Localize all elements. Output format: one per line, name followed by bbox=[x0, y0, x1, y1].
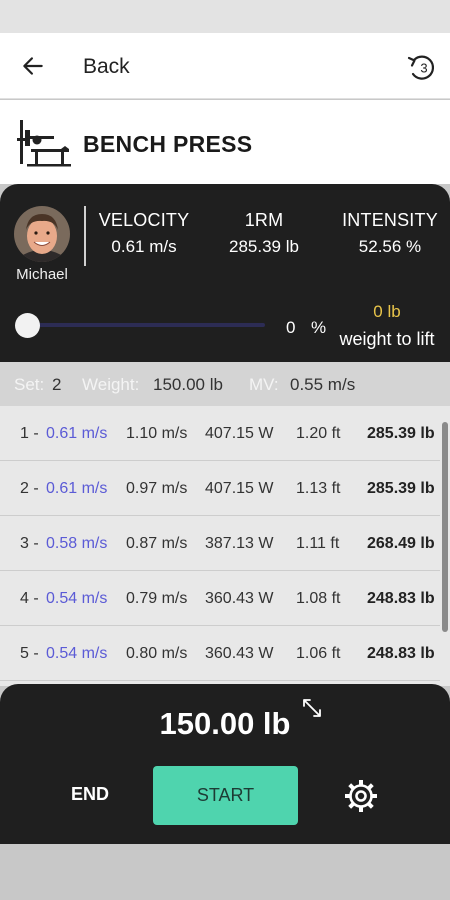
slider-percent-unit: % bbox=[311, 318, 327, 337]
rep-1rm: 268.49 lb bbox=[367, 535, 435, 552]
replay-count: 3 bbox=[420, 61, 427, 76]
rep-mean-velocity: 0.54 m/s bbox=[46, 590, 108, 607]
metric-label: INTENSITY bbox=[342, 210, 438, 230]
navigation-area bbox=[0, 844, 450, 900]
rep-peak-velocity: 1.10 m/s bbox=[126, 425, 188, 442]
set-value: 2 bbox=[52, 375, 62, 394]
metric-velocity: VELOCITY 0.61 m/s bbox=[92, 210, 196, 257]
rep-distance: 1.06 ft bbox=[296, 645, 341, 662]
rep-power: 387.13 W bbox=[205, 535, 274, 552]
weight-value: 150.00 lb bbox=[153, 375, 223, 394]
slider-percent-value: 0 bbox=[286, 318, 296, 337]
rep-number: 4 - bbox=[20, 590, 39, 607]
rep-mean-velocity: 0.61 m/s bbox=[46, 425, 108, 442]
replay-3-icon[interactable]: 3 bbox=[405, 50, 439, 84]
avatar[interactable] bbox=[14, 206, 70, 262]
bottom-control-panel: 150.00 lb END START bbox=[0, 684, 450, 844]
rep-1rm: 285.39 lb bbox=[367, 480, 435, 497]
status-bar bbox=[0, 0, 450, 33]
weight-label: Weight: bbox=[82, 375, 140, 394]
intensity-slider-track[interactable] bbox=[27, 323, 265, 327]
exercise-header: BENCH PRESS bbox=[0, 100, 450, 184]
rep-peak-velocity: 0.97 m/s bbox=[126, 480, 188, 497]
rep-peak-velocity: 0.87 m/s bbox=[126, 535, 188, 552]
app-bar: Back 3 bbox=[0, 33, 450, 99]
stats-panel: Michael VELOCITY 0.61 m/s 1RM 285.39 lb … bbox=[0, 184, 450, 362]
rep-peak-velocity: 0.80 m/s bbox=[126, 645, 188, 662]
rep-distance: 1.20 ft bbox=[296, 425, 341, 442]
rep-row: 1 - 0.61 m/s 1.10 m/s 407.15 W 1.20 ft 2… bbox=[0, 406, 440, 461]
rep-power: 360.43 W bbox=[205, 590, 274, 607]
rep-number: 1 - bbox=[20, 425, 39, 442]
set-label: Set: bbox=[14, 375, 45, 394]
metric-value: 285.39 lb bbox=[229, 237, 299, 256]
rep-number: 2 - bbox=[20, 480, 39, 497]
exercise-title: BENCH PRESS bbox=[83, 131, 253, 157]
weight-to-lift-label: weight to lift bbox=[339, 329, 435, 349]
metric-label: VELOCITY bbox=[98, 210, 190, 230]
metric-1rm: 1RM 285.39 lb bbox=[212, 210, 316, 257]
mv-value: 0.55 m/s bbox=[290, 375, 356, 394]
start-button[interactable]: START bbox=[153, 766, 298, 825]
rep-row: 5 - 0.54 m/s 0.80 m/s 360.43 W 1.06 ft 2… bbox=[0, 626, 440, 681]
gear-icon[interactable] bbox=[343, 778, 379, 814]
metric-label: 1RM bbox=[244, 210, 284, 230]
rep-power: 407.15 W bbox=[205, 425, 274, 442]
rep-distance: 1.11 ft bbox=[296, 535, 340, 552]
metric-value: 52.56 % bbox=[358, 237, 422, 256]
rep-mean-velocity: 0.58 m/s bbox=[46, 535, 108, 552]
rep-distance: 1.13 ft bbox=[296, 480, 341, 497]
rep-1rm: 248.83 lb bbox=[367, 590, 435, 607]
rep-row: 4 - 0.54 m/s 0.79 m/s 360.43 W 1.08 ft 2… bbox=[0, 571, 440, 626]
reps-list[interactable]: 1 - 0.61 m/s 1.10 m/s 407.15 W 1.20 ft 2… bbox=[0, 406, 450, 686]
rep-distance: 1.08 ft bbox=[296, 590, 341, 607]
rep-row: 3 - 0.58 m/s 0.87 m/s 387.13 W 1.11 ft 2… bbox=[0, 516, 440, 571]
set-summary-bar: Set: 2 Weight: 150.00 lb MV: 0.55 m/s bbox=[0, 362, 450, 406]
mv-label: MV: bbox=[249, 375, 279, 394]
rep-1rm: 285.39 lb bbox=[367, 425, 435, 442]
metric-intensity: INTENSITY 52.56 % bbox=[334, 210, 446, 257]
reps-scrollbar[interactable] bbox=[442, 422, 448, 632]
rep-row: 2 - 0.61 m/s 0.97 m/s 407.15 W 1.13 ft 2… bbox=[0, 461, 440, 516]
rep-number: 5 - bbox=[20, 645, 39, 662]
bench-press-icon bbox=[17, 120, 71, 167]
avatar-image bbox=[14, 206, 70, 262]
current-weight[interactable]: 150.00 lb bbox=[0, 706, 450, 742]
rep-power: 407.15 W bbox=[205, 480, 274, 497]
rep-mean-velocity: 0.54 m/s bbox=[46, 645, 108, 662]
weight-to-lift-value: 0 lb bbox=[373, 302, 401, 321]
rep-number: 3 - bbox=[20, 535, 39, 552]
intensity-slider-thumb[interactable] bbox=[15, 313, 40, 338]
rep-peak-velocity: 0.79 m/s bbox=[126, 590, 188, 607]
metric-value: 0.61 m/s bbox=[111, 237, 177, 256]
divider bbox=[84, 206, 86, 266]
rep-1rm: 248.83 lb bbox=[367, 645, 435, 662]
back-label[interactable]: Back bbox=[83, 55, 130, 79]
rep-mean-velocity: 0.61 m/s bbox=[46, 480, 108, 497]
rep-power: 360.43 W bbox=[205, 645, 274, 662]
back-arrow-icon[interactable] bbox=[20, 53, 46, 79]
end-button[interactable]: END bbox=[60, 784, 120, 805]
user-name: Michael bbox=[16, 266, 68, 283]
